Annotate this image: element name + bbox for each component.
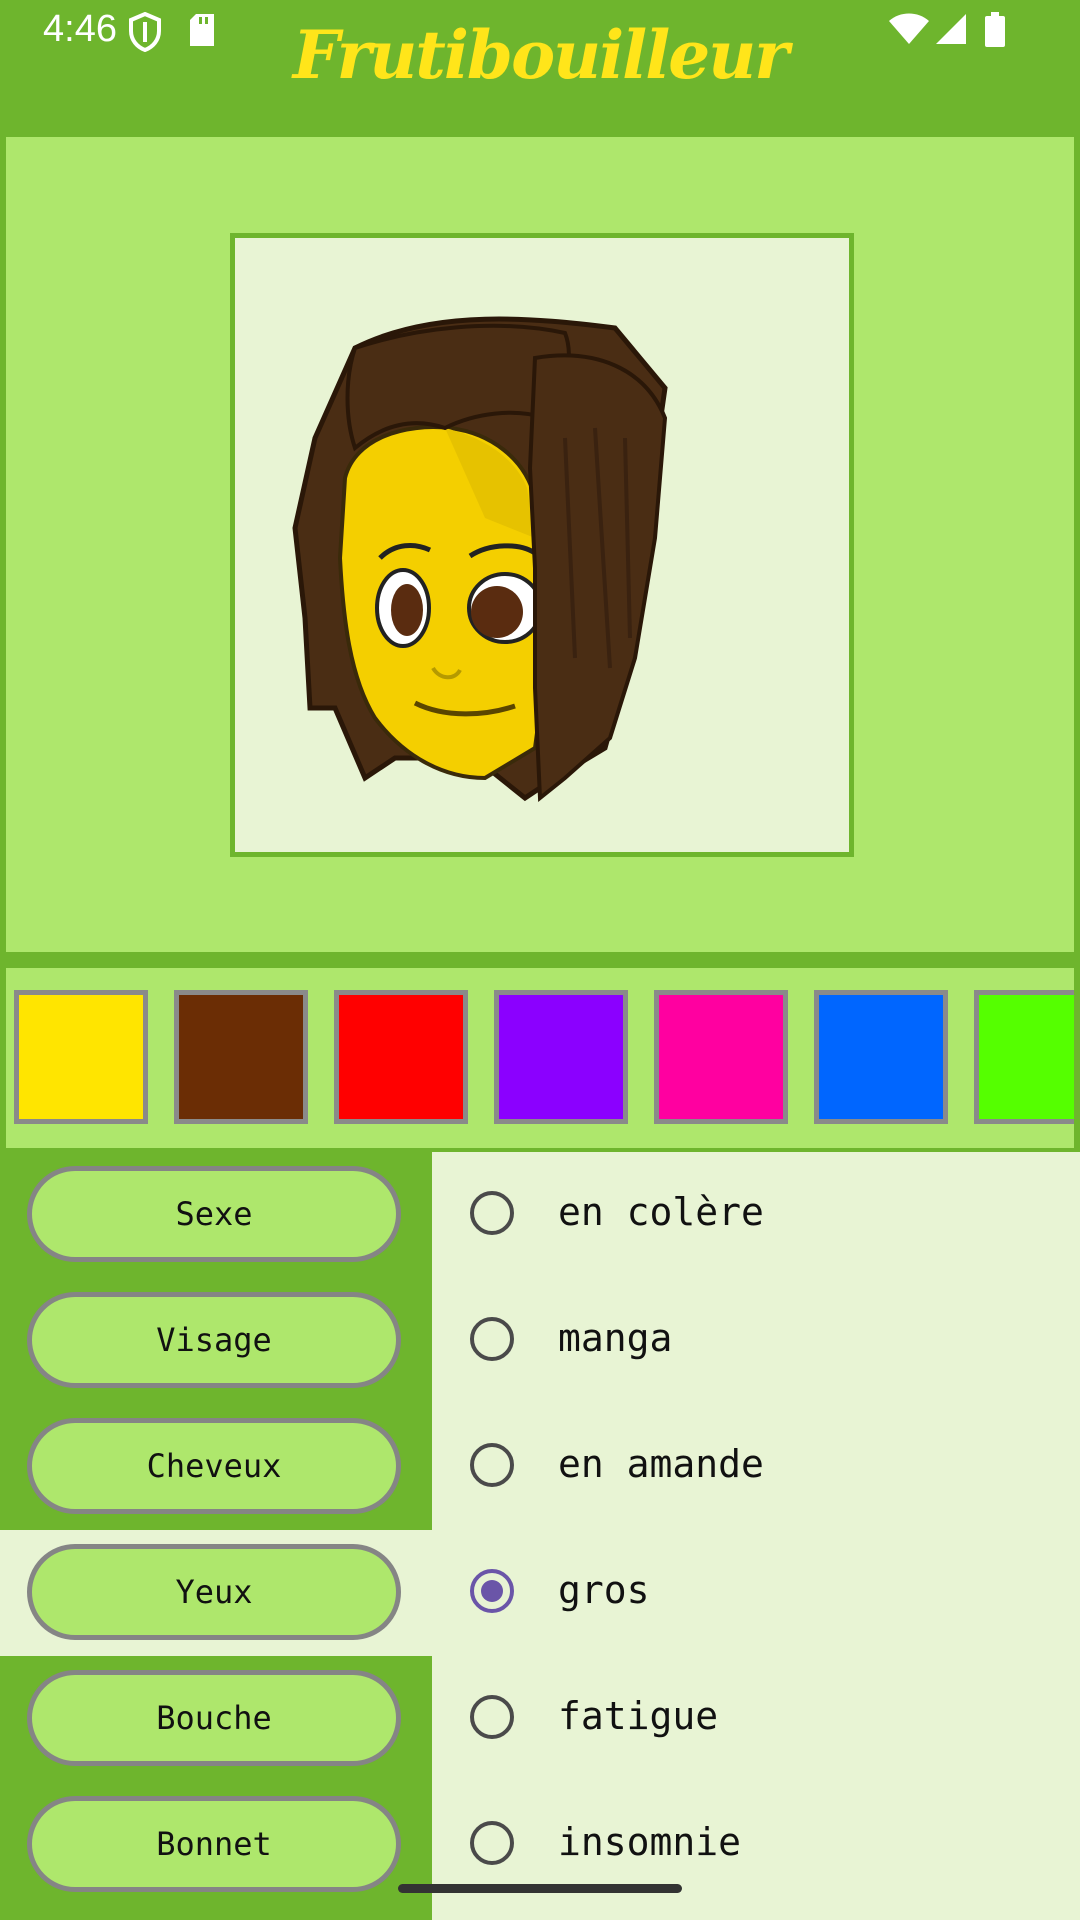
category-menu: Sexe Visage Cheveux Yeux Bouche Bonnet xyxy=(0,1152,432,1920)
cheveux-button[interactable]: Cheveux xyxy=(27,1418,401,1514)
option-label: insomnie xyxy=(558,1820,742,1864)
color-swatch-pink[interactable] xyxy=(654,990,788,1124)
radio-button[interactable] xyxy=(470,1821,514,1865)
radio-button[interactable] xyxy=(470,1191,514,1235)
app-title: Frutibouilleur xyxy=(292,16,789,94)
avatar-canvas xyxy=(230,233,854,857)
option-label: en colère xyxy=(558,1190,764,1234)
sexe-button[interactable]: Sexe xyxy=(27,1166,401,1262)
menu-row-yeux: Yeux xyxy=(0,1530,432,1656)
radio-button-selected[interactable] xyxy=(470,1569,514,1613)
radio-button[interactable] xyxy=(470,1317,514,1361)
menu-row-bouche: Bouche xyxy=(0,1656,432,1782)
color-swatch-purple[interactable] xyxy=(494,990,628,1124)
color-swatch-brown[interactable] xyxy=(174,990,308,1124)
option-en-amande[interactable]: en amande xyxy=(432,1404,1080,1530)
option-label: gros xyxy=(558,1568,650,1612)
option-en-colere[interactable]: en colère xyxy=(432,1152,1080,1278)
option-fatigue[interactable]: fatigue xyxy=(432,1656,1080,1782)
gesture-nav-handle[interactable] xyxy=(398,1884,682,1893)
option-label: manga xyxy=(558,1316,673,1360)
color-swatch-green[interactable] xyxy=(974,990,1074,1124)
eye-options-list: en colère manga en amande gros fatigue i… xyxy=(432,1152,1080,1920)
yeux-button[interactable]: Yeux xyxy=(27,1544,401,1640)
menu-row-bonnet: Bonnet xyxy=(0,1782,432,1908)
option-gros[interactable]: gros xyxy=(432,1530,1080,1656)
radio-button[interactable] xyxy=(470,1695,514,1739)
menu-row-sexe: Sexe xyxy=(0,1152,432,1278)
color-swatch-blue[interactable] xyxy=(814,990,948,1124)
visage-button[interactable]: Visage xyxy=(27,1292,401,1388)
color-palette xyxy=(6,968,1074,1148)
menu-row-cheveux: Cheveux xyxy=(0,1404,432,1530)
color-swatch-yellow[interactable] xyxy=(14,990,148,1124)
menu-row-visage: Visage xyxy=(0,1278,432,1404)
option-label: fatigue xyxy=(558,1694,719,1738)
avatar-preview-panel xyxy=(6,137,1074,952)
option-label: en amande xyxy=(558,1442,764,1486)
bonnet-button[interactable]: Bonnet xyxy=(27,1796,401,1892)
bouche-button[interactable]: Bouche xyxy=(27,1670,401,1766)
app-bar: 4:46 Frutibouilleur xyxy=(0,0,1080,135)
radio-button[interactable] xyxy=(470,1443,514,1487)
color-swatch-red[interactable] xyxy=(334,990,468,1124)
option-manga[interactable]: manga xyxy=(432,1278,1080,1404)
avatar-image xyxy=(292,316,668,803)
